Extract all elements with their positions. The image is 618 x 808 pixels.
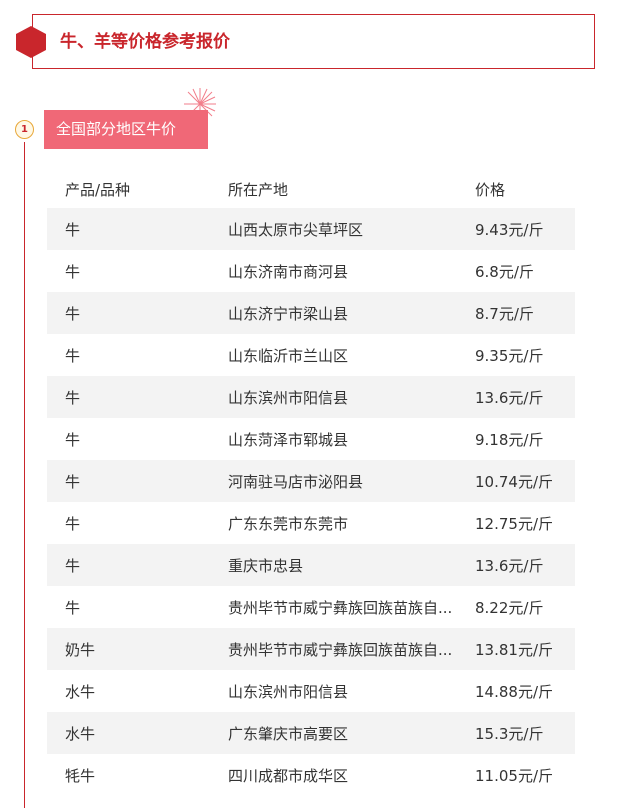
cell-price: 8.7元/斤 — [475, 304, 534, 323]
table-header: 产品/品种 所在产地 价格 — [47, 170, 575, 208]
cell-price: 13.81元/斤 — [475, 640, 553, 659]
cell-price: 15.3元/斤 — [475, 724, 544, 743]
price-table: 产品/品种 所在产地 价格 牛山西太原市尖草坪区 9.43元/斤牛山东济南市商河县… — [47, 170, 575, 796]
cell-product: 牛 — [65, 220, 81, 239]
firework-icon — [184, 88, 216, 120]
cell-price: 9.35元/斤 — [475, 346, 544, 365]
cell-origin: 山东济宁市梁山县 — [228, 304, 349, 323]
cell-product: 牛 — [65, 262, 81, 281]
cell-product: 牛 — [65, 430, 81, 449]
cell-product: 牛 — [65, 304, 81, 323]
cell-product: 水牛 — [65, 724, 96, 743]
table-row: 牦牛 四川成都市成华区 11.05元/斤 — [47, 754, 575, 796]
cell-origin: 广东东莞市东莞市 — [228, 514, 349, 533]
cell-product: 牦牛 — [65, 766, 96, 785]
table-row: 奶牛 贵州毕节市威宁彝族回族苗族自... 13.81元/斤 — [47, 628, 575, 670]
column-header-origin: 所在产地 — [228, 180, 289, 199]
table-row: 牛 山东菏泽市郓城县 9.18元/斤 — [47, 418, 575, 460]
cell-origin: 四川成都市成华区 — [228, 766, 349, 785]
cell-price: 6.8元/斤 — [475, 262, 534, 281]
cell-origin: 山东滨州市阳信县 — [228, 682, 349, 701]
cell-price: 9.43元/斤 — [475, 220, 544, 239]
cell-price: 13.6元/斤 — [475, 556, 544, 575]
table-row: 水牛 山东滨州市阳信县 14.88元/斤 — [47, 670, 575, 712]
table-row: 牛 山东济南市商河县 6.8元/斤 — [47, 250, 575, 292]
cell-origin: 山东济南市商河县 — [228, 262, 349, 281]
cell-origin: 山东滨州市阳信县 — [228, 388, 349, 407]
cell-price: 9.18元/斤 — [475, 430, 544, 449]
cell-origin: 广东肇庆市高要区 — [228, 724, 349, 743]
cell-product: 牛 — [65, 514, 81, 533]
table-body: 牛山西太原市尖草坪区 9.43元/斤牛山东济南市商河县 6.8元/斤牛山东济宁市梁山… — [47, 208, 575, 796]
table-row: 牛 山东济宁市梁山县 8.7元/斤 — [47, 292, 575, 334]
cell-price: 13.6元/斤 — [475, 388, 544, 407]
cell-origin: 山东菏泽市郓城县 — [228, 430, 349, 449]
table-row: 水牛 广东肇庆市高要区 15.3元/斤 — [47, 712, 575, 754]
cell-product: 奶牛 — [65, 640, 96, 659]
cell-product: 牛 — [65, 556, 81, 575]
cell-product: 牛 — [65, 472, 81, 491]
cell-price: 14.88元/斤 — [475, 682, 553, 701]
cell-product: 牛 — [65, 346, 81, 365]
column-header-product: 产品/品种 — [65, 180, 131, 199]
page-title: 牛、羊等价格参考报价 — [60, 32, 230, 52]
timeline-line — [24, 142, 25, 808]
cell-product: 水牛 — [65, 682, 96, 701]
table-row: 牛 山东临沂市兰山区 9.35元/斤 — [47, 334, 575, 376]
table-row: 牛 河南驻马店市泌阳县 10.74元/斤 — [47, 460, 575, 502]
cell-origin: 山东临沂市兰山区 — [228, 346, 349, 365]
cell-price: 12.75元/斤 — [475, 514, 553, 533]
cell-origin: 贵州毕节市威宁彝族回族苗族自... — [228, 640, 453, 659]
cell-origin: 贵州毕节市威宁彝族回族苗族自... — [228, 598, 453, 617]
cell-product: 牛 — [65, 388, 81, 407]
cell-origin: 重庆市忠县 — [228, 556, 304, 575]
table-row: 牛 广东东莞市东莞市 12.75元/斤 — [47, 502, 575, 544]
table-row: 牛 重庆市忠县 13.6元/斤 — [47, 544, 575, 586]
table-row: 牛 山东滨州市阳信县 13.6元/斤 — [47, 376, 575, 418]
cell-product: 牛 — [65, 598, 81, 617]
cell-origin: 河南驻马店市泌阳县 — [228, 472, 364, 491]
cell-origin: 山西太原市尖草坪区 — [228, 220, 364, 239]
cell-price: 10.74元/斤 — [475, 472, 553, 491]
column-header-price: 价格 — [475, 180, 506, 199]
step-number-badge: 1 — [15, 120, 34, 139]
table-row: 牛 山西太原市尖草坪区 9.43元/斤 — [47, 208, 575, 250]
table-row: 牛 贵州毕节市威宁彝族回族苗族自... 8.22元/斤 — [47, 586, 575, 628]
cell-price: 11.05元/斤 — [475, 766, 553, 785]
cell-price: 8.22元/斤 — [475, 598, 544, 617]
